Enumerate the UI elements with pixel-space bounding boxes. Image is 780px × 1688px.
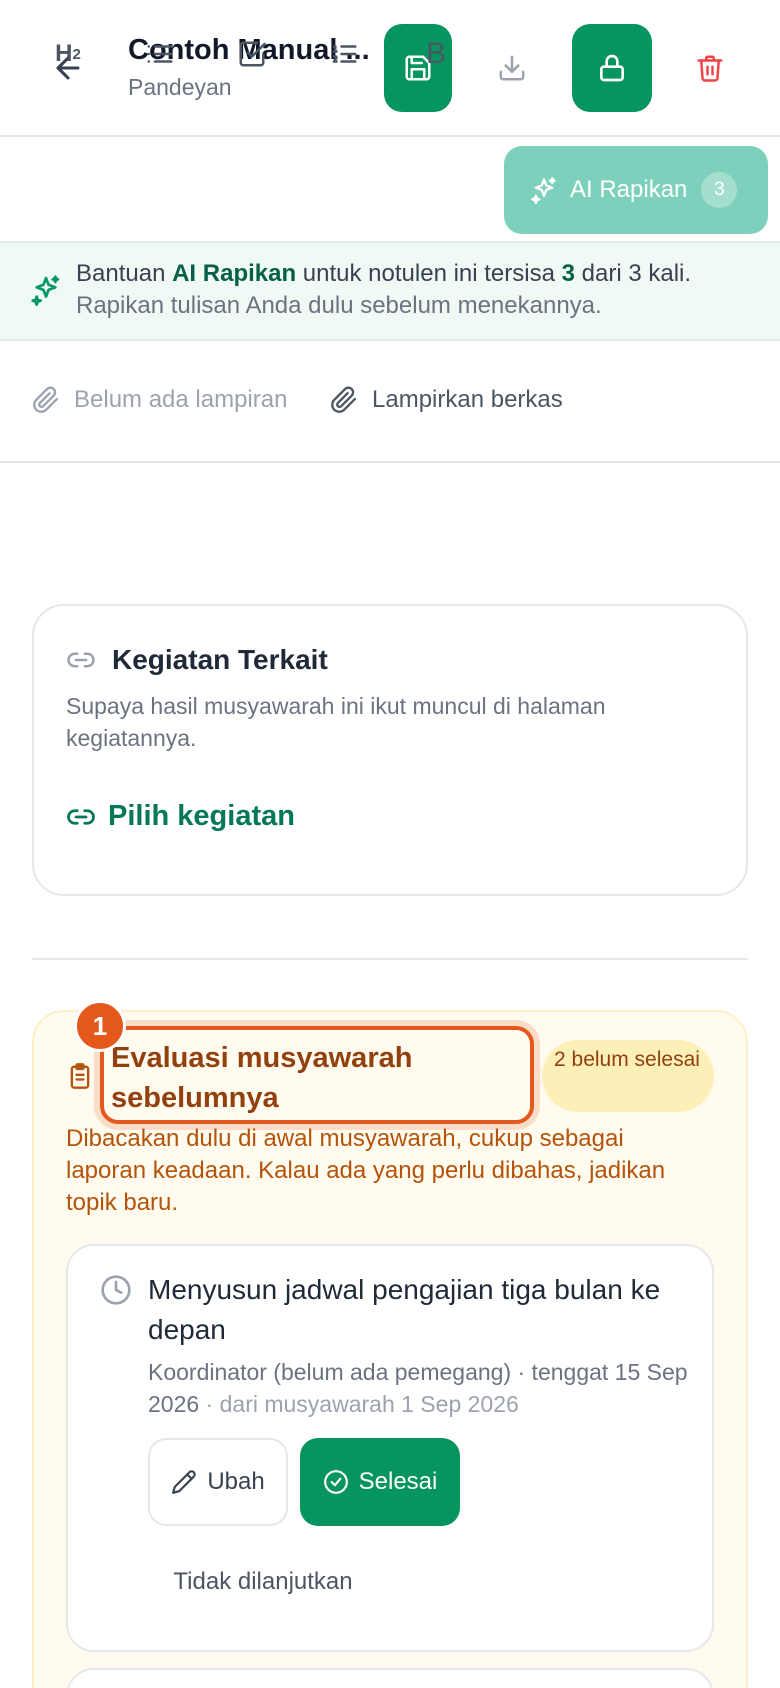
delete-button[interactable] [676, 24, 744, 112]
no-attachment-label: Belum ada lampiran [32, 386, 287, 414]
paperclip-icon [331, 386, 357, 413]
banner-hint-text: Rapikan tulisan Anda dulu sebelum meneka… [76, 292, 602, 319]
pencil-icon [172, 1470, 197, 1494]
numbered-list-icon [332, 45, 357, 63]
next-action-item-card [66, 1668, 714, 1688]
lock-button[interactable] [572, 24, 652, 112]
sparkles-icon [531, 177, 556, 204]
mark-done-button[interactable]: Selesai [300, 1438, 460, 1526]
paperclip-icon [33, 386, 59, 413]
action-item-meta: Koordinator (belum ada pemegang) · tengg… [148, 1359, 688, 1417]
attach-file-button[interactable]: Lampirkan berkas [330, 386, 563, 414]
sparkles-icon [30, 274, 62, 311]
bold-button[interactable]: B [408, 26, 464, 82]
checklist-button[interactable] [224, 26, 280, 82]
ai-rapikan-button[interactable]: AI Rapikan 3 [504, 146, 768, 234]
banner-quota-text: Bantuan AI Rapikan untuk notulen ini ter… [76, 260, 692, 287]
numbered-list-button[interactable] [316, 26, 372, 82]
ai-rapikan-label: AI Rapikan [570, 176, 688, 203]
section-divider [32, 958, 748, 960]
check-circle-icon [323, 1470, 348, 1494]
lock-icon [600, 54, 624, 82]
download-button[interactable] [478, 24, 546, 112]
checkbox-icon [239, 41, 266, 67]
heading-level: 2 [72, 45, 81, 63]
download-icon [499, 55, 525, 81]
heading-label: H [55, 40, 73, 67]
pick-activity-button[interactable]: Pilih kegiatan [66, 800, 295, 833]
heading-button[interactable]: H2 [40, 26, 96, 82]
clipboard-icon [66, 1062, 94, 1095]
trash-icon [697, 55, 723, 82]
clock-icon [100, 1274, 132, 1311]
bullet-list-button[interactable] [132, 26, 188, 82]
evaluation-title: Evaluasi musyawarah sebelumnya [111, 1042, 413, 1114]
pending-status-badge: 2 belum selesai [542, 1040, 714, 1112]
related-activity-description: Supaya hasil musyawarah ini ikut muncul … [66, 693, 606, 751]
bullet-list-icon [147, 45, 173, 63]
evaluation-description: Dibacakan dulu di awal musyawarah, cukup… [66, 1125, 666, 1216]
ai-rapikan-count: 3 [701, 172, 738, 208]
edit-item-button[interactable]: Ubah [148, 1438, 288, 1526]
link-icon [67, 652, 95, 668]
discontinue-button[interactable]: Tidak dilanjutkan [148, 1560, 378, 1604]
action-item-title: Menyusun jadwal pengajian tiga bulan ke … [148, 1274, 661, 1345]
link-icon [67, 808, 95, 825]
step-number-badge: 1 [74, 1000, 126, 1052]
related-activity-heading: Kegiatan Terkait [66, 644, 328, 676]
